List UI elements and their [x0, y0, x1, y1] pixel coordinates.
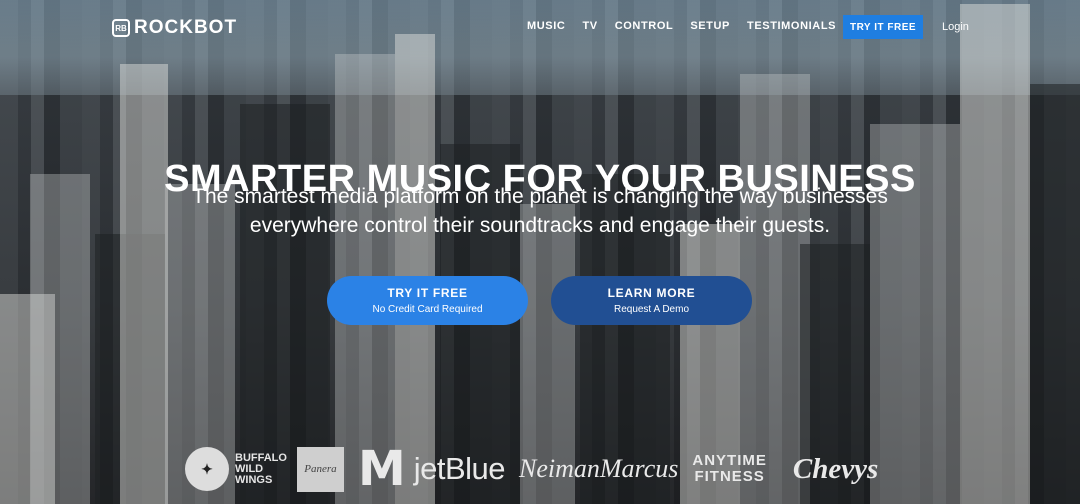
rockbot-logo[interactable]: RB ROCKBOT	[112, 17, 237, 39]
nav-try-it-free-button[interactable]: TRY IT FREE	[843, 15, 923, 39]
customer-logos: ✦ BUFFALO WILD WINGS Panera M jetBlue Ne…	[185, 445, 895, 493]
anytime-line-2: FITNESS	[694, 468, 765, 485]
top-nav: RB ROCKBOT MUSIC TV CONTROL SETUP TESTIM…	[0, 0, 1080, 54]
rockbot-logo-icon: RB	[112, 19, 130, 37]
hero-subheadline-line-2: everywhere control their soundtracks and…	[249, 214, 831, 237]
chevys-logo: Chevys	[792, 452, 879, 485]
mcdonalds-logo-icon: M	[357, 441, 406, 497]
main-menu: MUSIC TV CONTROL SETUP TESTIMONIALS	[527, 20, 853, 32]
no-credit-card-label: No Credit Card Required	[372, 304, 483, 315]
login-link[interactable]: Login	[942, 21, 969, 33]
brand-name: ROCKBOT	[134, 17, 238, 38]
jetblue-logo: jetBlue	[413, 451, 506, 486]
nav-item-setup[interactable]: SETUP	[690, 20, 730, 32]
bww-line-1: BUFFALO	[235, 451, 287, 464]
bww-line-3: WINGS	[235, 473, 273, 486]
try-it-free-button[interactable]: TRY IT FREE No Credit Card Required	[327, 276, 528, 325]
nav-item-testimonials[interactable]: TESTIMONIALS	[747, 20, 836, 32]
nav-item-control[interactable]: CONTROL	[615, 20, 674, 32]
request-demo-label: Request A Demo	[613, 304, 690, 315]
nav-item-music[interactable]: MUSIC	[527, 20, 565, 32]
hero-subheadline-line-1: The smartest media platform on the plane…	[192, 185, 888, 208]
buffalo-wild-wings-logo: BUFFALO WILD WINGS	[235, 451, 287, 486]
nav-item-tv[interactable]: TV	[582, 20, 597, 32]
hero-subheadline: The smartest media platform on the plane…	[150, 182, 930, 240]
neiman-marcus-logo: NeimanMarcus	[519, 454, 679, 483]
bww-line-2: WILD	[235, 462, 264, 475]
try-it-free-label: TRY IT FREE	[387, 286, 468, 300]
panera-logo-icon: Panera	[296, 446, 344, 492]
hero-background	[0, 0, 1080, 504]
buffalo-wild-wings-logo-icon: ✦	[185, 447, 229, 491]
learn-more-button[interactable]: LEARN MORE Request A Demo	[551, 276, 752, 325]
city-skyline-image	[0, 0, 1080, 504]
learn-more-label: LEARN MORE	[607, 286, 696, 300]
anytime-fitness-logo: ANYTIME FITNESS	[692, 453, 767, 485]
anytime-line-1: ANYTIME	[692, 452, 767, 469]
